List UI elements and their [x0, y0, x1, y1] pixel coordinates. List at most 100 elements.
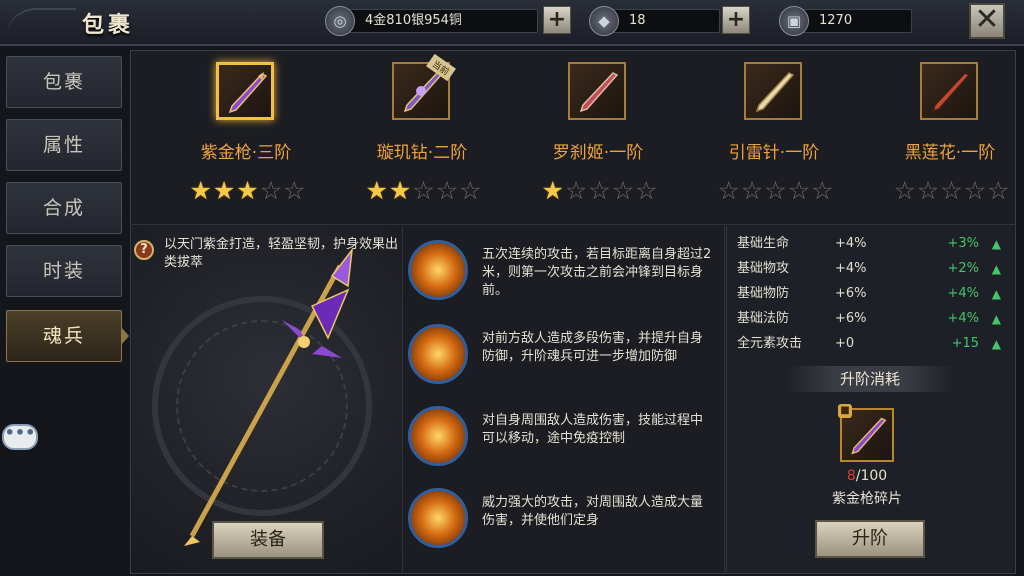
- star-filled-icon: ★: [189, 176, 213, 205]
- skill-description: 五次连续的攻击，若目标距离自身超过2米，则第一次攻击之前会冲锋到目标身前。: [482, 247, 712, 298]
- star-empty-icon: ☆: [435, 176, 460, 205]
- tab-bag[interactable]: 包裹: [6, 56, 122, 108]
- star-empty-icon: ☆: [283, 176, 307, 205]
- add-money-button[interactable]: +: [543, 6, 571, 34]
- weapon-card-4[interactable]: 黑莲花·一阶 ☆☆☆☆☆: [862, 52, 1024, 222]
- up-arrow-icon: ▲: [991, 312, 1001, 326]
- star-filled-icon: ★: [388, 176, 413, 205]
- star-empty-icon: ☆: [717, 176, 741, 205]
- weapon-icon-lotus: [920, 62, 978, 120]
- stat-base: +0: [835, 336, 855, 351]
- star-empty-icon: ☆: [259, 176, 284, 205]
- page-title: 包裹: [82, 13, 135, 38]
- tab-synthesis[interactable]: 合成: [6, 182, 122, 234]
- skill-icon-whirl[interactable]: [408, 406, 468, 466]
- weapon-card-2[interactable]: 罗刹姬·一阶 ★☆☆☆☆: [510, 52, 686, 222]
- skill-4: 威力强大的攻击，对周围敌人造成大量伤害，并使他们定身: [408, 488, 720, 552]
- stat-base: +6%: [835, 286, 867, 301]
- spear-artwork: [184, 247, 354, 546]
- weapon-name: 引雷针·一阶: [728, 143, 820, 163]
- star-empty-icon: ☆: [893, 176, 917, 205]
- star-filled-icon: ★: [541, 176, 565, 205]
- stat-row: 基础法防 +6% +4% ▲: [727, 307, 1013, 331]
- weapon-card-0[interactable]: 紫金枪·三阶 ★★★☆☆: [158, 52, 334, 222]
- stats-panel: 基础生命 +4% +3% ▲ 基础物攻 +4% +2% ▲ 基础物防 +6% +…: [726, 226, 1012, 572]
- stat-increase: +4%: [947, 286, 979, 301]
- diamond-display: ◆ 18: [589, 6, 720, 36]
- weapon-name: 黑莲花·一阶: [904, 143, 996, 163]
- stat-row: 全元素攻击 +0 +15 ▲: [727, 332, 1013, 356]
- star-empty-icon: ☆: [412, 176, 436, 205]
- stat-row: 基础物攻 +4% +2% ▲: [727, 257, 1013, 281]
- weapon-icon-needle: [744, 62, 802, 120]
- skill-2: 对前方敌人造成多段伤害，并提升自身防御，升阶魂兵可进一步增加防御: [408, 324, 720, 388]
- title-ornament: [6, 8, 76, 38]
- equip-button[interactable]: 装备: [212, 521, 324, 559]
- divider: [130, 224, 1016, 225]
- fragment-have: 8: [846, 468, 856, 484]
- star-empty-icon: ☆: [963, 176, 988, 205]
- star-filled-icon: ★: [236, 176, 260, 205]
- weapon-stars: ★★☆☆☆: [354, 176, 494, 205]
- weapon-icon-spear: [216, 62, 274, 120]
- upgrade-button[interactable]: 升阶: [815, 520, 925, 558]
- tab-soul-weapon[interactable]: 魂兵: [6, 310, 129, 362]
- weapon-icon-blade: [568, 62, 626, 120]
- stat-name: 基础物攻: [737, 261, 790, 276]
- weapon-icon-drill: 当前: [392, 53, 456, 120]
- stat-name: 基础物防: [737, 286, 790, 301]
- skill-icon-burst[interactable]: [408, 488, 468, 548]
- stat-increase: +2%: [947, 261, 979, 276]
- chat-icon[interactable]: •••: [2, 424, 38, 450]
- weapon-stars: ☆☆☆☆☆: [882, 176, 1022, 205]
- star-empty-icon: ☆: [635, 176, 659, 205]
- top-bar: 包裹 ◎ 4金810银954铜 + ◆ 18 + ▣ 1270 ✕: [0, 0, 1024, 46]
- stat-increase: +4%: [947, 311, 979, 326]
- tab-attributes[interactable]: 属性: [6, 119, 122, 171]
- token-display: ▣ 1270: [779, 6, 912, 36]
- stat-row: 基础物防 +6% +4% ▲: [727, 282, 1013, 306]
- star-empty-icon: ☆: [740, 176, 765, 205]
- tab-fashion[interactable]: 时装: [6, 245, 122, 297]
- star-empty-icon: ☆: [787, 176, 812, 205]
- stat-base: +4%: [835, 236, 867, 251]
- stat-name: 基础生命: [737, 236, 790, 251]
- stat-base: +6%: [835, 311, 867, 326]
- fragment-item[interactable]: ■: [838, 404, 894, 462]
- upgrade-cost-title: 升阶消耗: [785, 366, 955, 392]
- skill-icon-thrust[interactable]: [408, 240, 468, 300]
- star-empty-icon: ☆: [459, 176, 483, 205]
- star-empty-icon: ☆: [811, 176, 835, 205]
- coin-icon: ◎: [325, 6, 355, 36]
- help-icon[interactable]: ?: [134, 240, 154, 260]
- skill-3: 对自身周围敌人造成伤害，技能过程中可以移动，途中免疫控制: [408, 406, 720, 470]
- star-empty-icon: ☆: [764, 176, 788, 205]
- star-empty-icon: ☆: [588, 176, 612, 205]
- diamond-icon: ◆: [589, 6, 619, 36]
- stat-increase: +15: [951, 336, 979, 351]
- star-empty-icon: ☆: [916, 176, 941, 205]
- add-diamond-button[interactable]: +: [722, 6, 750, 34]
- skill-description: 对前方敌人造成多段伤害，并提升自身防御，升阶魂兵可进一步增加防御: [482, 331, 704, 364]
- stat-name: 全元素攻击: [737, 336, 803, 351]
- star-empty-icon: ☆: [564, 176, 589, 205]
- stat-name: 基础法防: [737, 311, 790, 326]
- weapon-list: 紫金枪·三阶 ★★★☆☆ 当前 璇玑钻·二阶 ★★☆☆☆ 罗刹姬·一阶 ★☆☆☆…: [130, 52, 1016, 222]
- up-arrow-icon: ▲: [991, 337, 1001, 351]
- weapon-card-1[interactable]: 当前 璇玑钻·二阶 ★★☆☆☆: [334, 52, 510, 222]
- weapon-stars: ☆☆☆☆☆: [706, 176, 846, 205]
- skill-icon-flame[interactable]: [408, 324, 468, 384]
- up-arrow-icon: ▲: [991, 262, 1001, 276]
- stat-base: +4%: [835, 261, 867, 276]
- star-filled-icon: ★: [212, 176, 237, 205]
- weapon-name: 罗刹姬·一阶: [552, 143, 644, 163]
- weapon-description: 以天门紫金打造，轻盈坚韧，护身效果出类拔萃: [164, 237, 399, 270]
- divider: [724, 226, 725, 572]
- up-arrow-icon: ▲: [991, 287, 1001, 301]
- stat-increase: +3%: [947, 236, 979, 251]
- close-icon: ✕: [974, 2, 1000, 37]
- weapon-card-3[interactable]: 引雷针·一阶 ☆☆☆☆☆: [686, 52, 862, 222]
- close-button[interactable]: ✕: [969, 3, 1005, 39]
- weapon-name: 紫金枪·三阶: [200, 143, 292, 163]
- star-empty-icon: ☆: [940, 176, 964, 205]
